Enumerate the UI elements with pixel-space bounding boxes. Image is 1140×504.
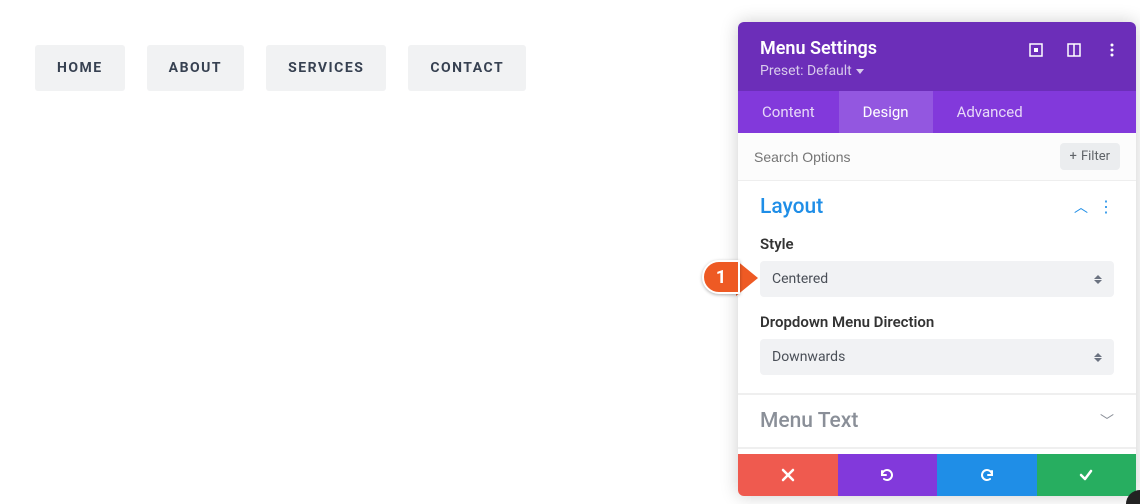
more-icon[interactable] — [1104, 42, 1120, 58]
tabs: Content Design Advanced — [738, 91, 1136, 133]
style-select[interactable]: Centered — [760, 261, 1114, 297]
menu-item-contact[interactable]: CONTACT — [408, 45, 526, 91]
check-icon — [1078, 467, 1094, 483]
redo-button[interactable] — [937, 454, 1037, 496]
select-caret-icon — [1094, 275, 1102, 284]
direction-value: Downwards — [772, 349, 845, 365]
preset-selector[interactable]: Preset: Default — [760, 63, 1114, 79]
annotation-marker-number: 1 — [702, 260, 740, 294]
preset-label: Preset: Default — [760, 63, 852, 79]
settings-panel: Menu Settings Preset: Default Content De… — [738, 22, 1136, 496]
chevron-down-icon: ﹀ — [1100, 411, 1114, 431]
more-icon[interactable]: ⋮ — [1098, 199, 1114, 215]
section-menu-text: Menu Text ﹀ — [738, 395, 1136, 449]
tab-advanced[interactable]: Advanced — [933, 91, 1047, 133]
annotation-marker-1: 1 — [702, 260, 760, 298]
menu-item-services[interactable]: SERVICES — [266, 45, 386, 91]
section-layout: Layout ︿ ⋮ Style Centered Dropdown Menu … — [738, 181, 1136, 395]
columns-icon[interactable] — [1066, 42, 1082, 58]
section-layout-header[interactable]: Layout ︿ ⋮ — [760, 195, 1114, 219]
chevron-down-icon — [856, 69, 864, 74]
undo-icon — [879, 467, 895, 483]
search-input[interactable] — [754, 149, 1060, 165]
filter-button[interactable]: + Filter — [1060, 143, 1120, 170]
direction-label: Dropdown Menu Direction — [760, 313, 1114, 331]
close-icon — [781, 468, 795, 482]
save-button[interactable] — [1037, 454, 1137, 496]
chevron-up-icon: ︿ — [1074, 197, 1088, 217]
redo-icon — [979, 467, 995, 483]
filter-label: Filter — [1081, 149, 1110, 164]
expand-icon[interactable] — [1028, 42, 1044, 58]
menu-item-home[interactable]: HOME — [35, 45, 125, 91]
direction-select[interactable]: Downwards — [760, 339, 1114, 375]
undo-button[interactable] — [838, 454, 938, 496]
section-menu-text-title: Menu Text — [760, 409, 858, 433]
menu-preview: HOME ABOUT SERVICES CONTACT — [35, 45, 526, 91]
panel-scroll[interactable]: Layout ︿ ⋮ Style Centered Dropdown Menu … — [738, 181, 1136, 454]
panel-header[interactable]: Menu Settings Preset: Default — [738, 22, 1136, 91]
style-value: Centered — [772, 271, 828, 287]
discard-button[interactable] — [738, 454, 838, 496]
section-layout-title: Layout — [760, 195, 823, 219]
search-row: + Filter — [738, 133, 1136, 181]
plus-icon: + — [1070, 149, 1077, 164]
panel-footer — [738, 454, 1136, 496]
style-label: Style — [760, 235, 1114, 253]
menu-item-about[interactable]: ABOUT — [147, 45, 244, 91]
tab-design[interactable]: Design — [839, 91, 933, 133]
section-menu-text-header[interactable]: Menu Text ﹀ — [760, 409, 1114, 433]
tab-content[interactable]: Content — [738, 91, 839, 133]
select-caret-icon — [1094, 353, 1102, 362]
